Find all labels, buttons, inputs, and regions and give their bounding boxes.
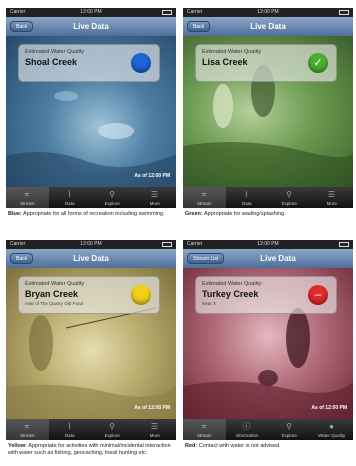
clock: 12:00 PM [80, 9, 102, 15]
quality-indicator-icon [131, 285, 151, 305]
battery-icon [162, 242, 172, 247]
info-icon: ⓘ [242, 422, 251, 431]
tab-data[interactable]: ⌇ Data [49, 419, 92, 440]
tab-explore[interactable]: ⚲ Explore [91, 419, 134, 440]
location-label: Near X [202, 301, 217, 306]
nav-bar: Back Live Data [6, 17, 176, 36]
search-icon: ⚲ [286, 422, 292, 431]
clock: 12:00 PM [257, 241, 279, 247]
creek-name: Bryan Creek [25, 289, 79, 299]
battery-icon [162, 10, 172, 15]
nav-bar: Stream List Live Data [183, 249, 353, 268]
status-bar: Carrier 12:00 PM [183, 8, 353, 17]
location-label: near of The Quarry Old Pond [25, 301, 83, 306]
battery-icon [339, 10, 349, 15]
tab-data[interactable]: ⌇ Data [49, 187, 92, 208]
tab-explore[interactable]: ⚲ Explore [91, 187, 134, 208]
quality-indicator-icon [131, 53, 151, 73]
water-quality-card[interactable]: Estimated Water Quality Shoal Creek [18, 44, 160, 82]
nav-title: Live Data [73, 254, 109, 263]
tab-information[interactable]: ⓘ Information [226, 419, 269, 440]
caption-label: Green: [185, 211, 203, 217]
status-bar: Carrier 12:00 PM [6, 8, 176, 17]
chart-icon: ⌇ [67, 422, 72, 431]
creek-name: Turkey Creek [202, 289, 259, 299]
status-bar: Carrier 12:00 PM [183, 240, 353, 249]
timestamp: As of 12:00 PM [311, 405, 347, 411]
checkmark-icon: ✓ [308, 53, 328, 73]
tab-bar: ≈ Stream ⌇ Data ⚲ Explore ☰ More [183, 187, 353, 208]
clock: 12:00 PM [80, 241, 102, 247]
nav-title: Live Data [250, 22, 286, 31]
caption: Yellow: Appropriate for activities with … [8, 443, 176, 457]
timestamp: As of 12:00 PM [134, 173, 170, 179]
tab-stream[interactable]: ≈ Stream [183, 419, 226, 440]
minus-icon: – [308, 285, 328, 305]
estimated-label: Estimated Water Quality: [202, 281, 263, 287]
water-quality-card[interactable]: Estimated Water Quality Lisa Creek ✓ [195, 44, 337, 82]
tab-more[interactable]: ☰ More [134, 187, 177, 208]
panel-yellow: Carrier 12:00 PM Back Live Data Estimate… [6, 240, 176, 464]
caption-text: Appropriate for activities with minimal/… [8, 443, 171, 456]
tab-stream[interactable]: ≈ Stream [183, 187, 226, 208]
caption-text: Contact with water is not advised. [198, 443, 281, 449]
caption-label: Red: [185, 443, 198, 449]
caption: Blue: Appropriate for all forms of recre… [8, 211, 176, 218]
tab-bar: ≈ Stream ⌇ Data ⚲ Explore ☰ More [6, 187, 176, 208]
caption-text: Appropriate for all forms of recreation … [22, 211, 165, 217]
tab-bar: ≈ Stream ⓘ Information ⚲ Explore ● Water Qua… [183, 419, 353, 440]
list-icon: ☰ [327, 190, 336, 199]
caption-label: Yellow: [8, 443, 27, 449]
tab-explore[interactable]: ⚲ Explore [268, 187, 311, 208]
nav-bar: Back Live Data [183, 17, 353, 36]
estimated-label: Estimated Water Quality [25, 281, 85, 287]
caption-text: Appropriate for wading/splashing. [203, 211, 286, 217]
creek-name: Lisa Creek [202, 57, 248, 67]
tab-bar: ≈ Stream ⌇ Data ⚲ Explore ☰ More [6, 419, 176, 440]
search-icon: ⚲ [109, 190, 115, 199]
tab-water-quality[interactable]: ● Water Quality [311, 419, 354, 440]
phone-screen: Carrier 12:00 PM Back Live Data Estimate… [6, 8, 176, 208]
search-icon: ⚲ [286, 190, 292, 199]
stream-icon: ≈ [24, 190, 30, 199]
tab-stream[interactable]: ≈ Stream [6, 419, 49, 440]
nav-title: Live Data [260, 254, 296, 263]
tab-stream[interactable]: ≈ Stream [6, 187, 49, 208]
tab-more[interactable]: ☰ More [134, 419, 177, 440]
nav-bar: Back Live Data [6, 249, 176, 268]
drop-icon: ● [329, 422, 334, 431]
stream-icon: ≈ [201, 422, 207, 431]
water-quality-card[interactable]: Estimated Water Quality: Turkey Creek Ne… [195, 276, 337, 314]
caption: Green: Appropriate for wading/splashing. [185, 211, 353, 218]
panel-blue: Carrier 12:00 PM Back Live Data Estimate… [6, 8, 176, 230]
tab-data[interactable]: ⌇ Data [226, 187, 269, 208]
stream-icon: ≈ [24, 422, 30, 431]
stream-icon: ≈ [201, 190, 207, 199]
phone-screen: Carrier 12:00 PM Back Live Data Estimate… [6, 240, 176, 440]
list-icon: ☰ [150, 190, 159, 199]
phone-screen: Carrier 12:00 PM Stream List Live Data E… [183, 240, 353, 440]
tab-more[interactable]: ☰ More [311, 187, 354, 208]
panel-red: Carrier 12:00 PM Stream List Live Data E… [183, 240, 353, 464]
tab-explore[interactable]: ⚲ Explore [268, 419, 311, 440]
caption-label: Blue: [8, 211, 22, 217]
search-icon: ⚲ [109, 422, 115, 431]
nav-title: Live Data [73, 22, 109, 31]
chart-icon: ⌇ [67, 190, 72, 199]
status-bar: Carrier 12:00 PM [6, 240, 176, 249]
chart-icon: ⌇ [244, 190, 249, 199]
panel-green: Carrier 12:00 PM Back Live Data Estimate… [183, 8, 353, 230]
water-quality-card[interactable]: Estimated Water Quality Bryan Creek near… [18, 276, 160, 314]
creek-name: Shoal Creek [25, 57, 78, 67]
battery-icon [339, 242, 349, 247]
estimated-label: Estimated Water Quality [202, 49, 262, 55]
list-icon: ☰ [150, 422, 159, 431]
estimated-label: Estimated Water Quality [25, 49, 85, 55]
caption: Red: Contact with water is not advised. [185, 443, 353, 450]
clock: 12:00 PM [257, 9, 279, 15]
phone-screen: Carrier 12:00 PM Back Live Data Estimate… [183, 8, 353, 208]
timestamp: As of 12:00 PM [134, 405, 170, 411]
